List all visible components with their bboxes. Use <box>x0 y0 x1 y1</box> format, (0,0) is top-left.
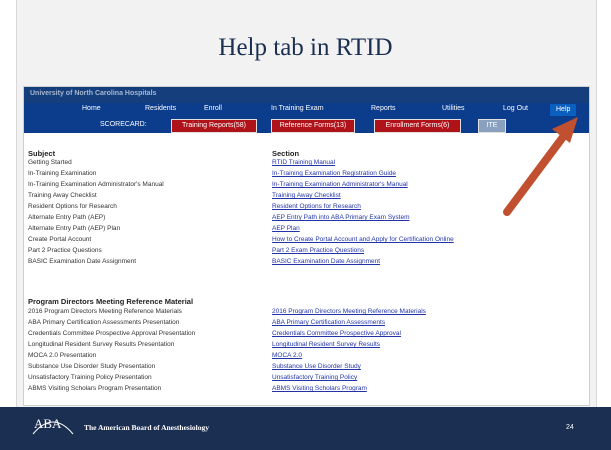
organization-name: The American Board of Anesthesiology <box>84 423 209 432</box>
slide-footer: ABA The American Board of Anesthesiology… <box>0 407 611 450</box>
pointer-arrow-icon <box>503 117 578 216</box>
aba-logo: ABA <box>34 416 62 431</box>
page-number: 24 <box>566 424 574 431</box>
slide: Help tab in RTID University of North Car… <box>0 0 611 450</box>
